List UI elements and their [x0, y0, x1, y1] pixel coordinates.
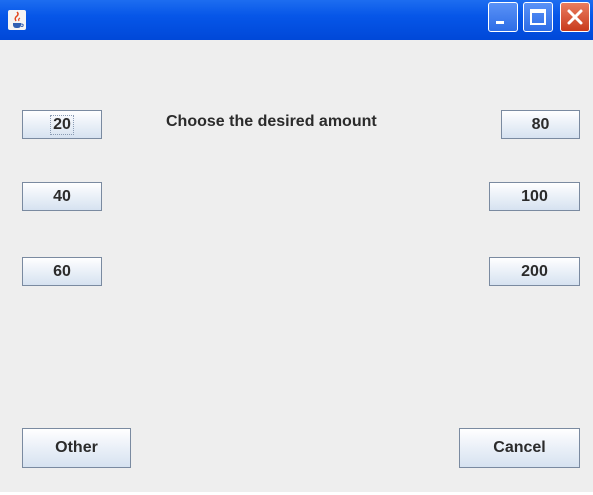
maximize-button[interactable]	[523, 2, 553, 32]
amount-60-button[interactable]: 60	[22, 257, 102, 286]
minimize-icon	[496, 21, 504, 24]
amount-40-button[interactable]: 40	[22, 182, 102, 211]
cancel-button[interactable]: Cancel	[459, 428, 580, 468]
minimize-button[interactable]	[488, 2, 518, 32]
amount-60-label: 60	[53, 262, 71, 280]
cancel-label: Cancel	[493, 439, 546, 456]
close-button[interactable]	[560, 2, 590, 32]
amount-100-button[interactable]: 100	[489, 182, 580, 211]
amount-100-label: 100	[521, 187, 548, 205]
java-coffee-icon[interactable]	[8, 10, 26, 30]
amount-20-button[interactable]: 20	[22, 110, 102, 139]
maximize-icon	[530, 9, 546, 25]
close-icon	[567, 9, 583, 25]
other-label: Other	[55, 439, 98, 456]
amount-80-label: 80	[531, 115, 550, 133]
dialog-window: 20 40 60 Choose the desired amount 80 10…	[0, 0, 593, 495]
amount-20-label: 20	[50, 114, 74, 135]
amount-40-label: 40	[53, 187, 71, 205]
prompt-label: Choose the desired amount	[166, 113, 377, 130]
amount-200-button[interactable]: 200	[489, 257, 580, 286]
other-button[interactable]: Other	[22, 428, 131, 468]
amount-80-button[interactable]: 80	[501, 110, 580, 139]
amount-200-label: 200	[521, 262, 548, 280]
title-bar[interactable]	[0, 0, 593, 40]
